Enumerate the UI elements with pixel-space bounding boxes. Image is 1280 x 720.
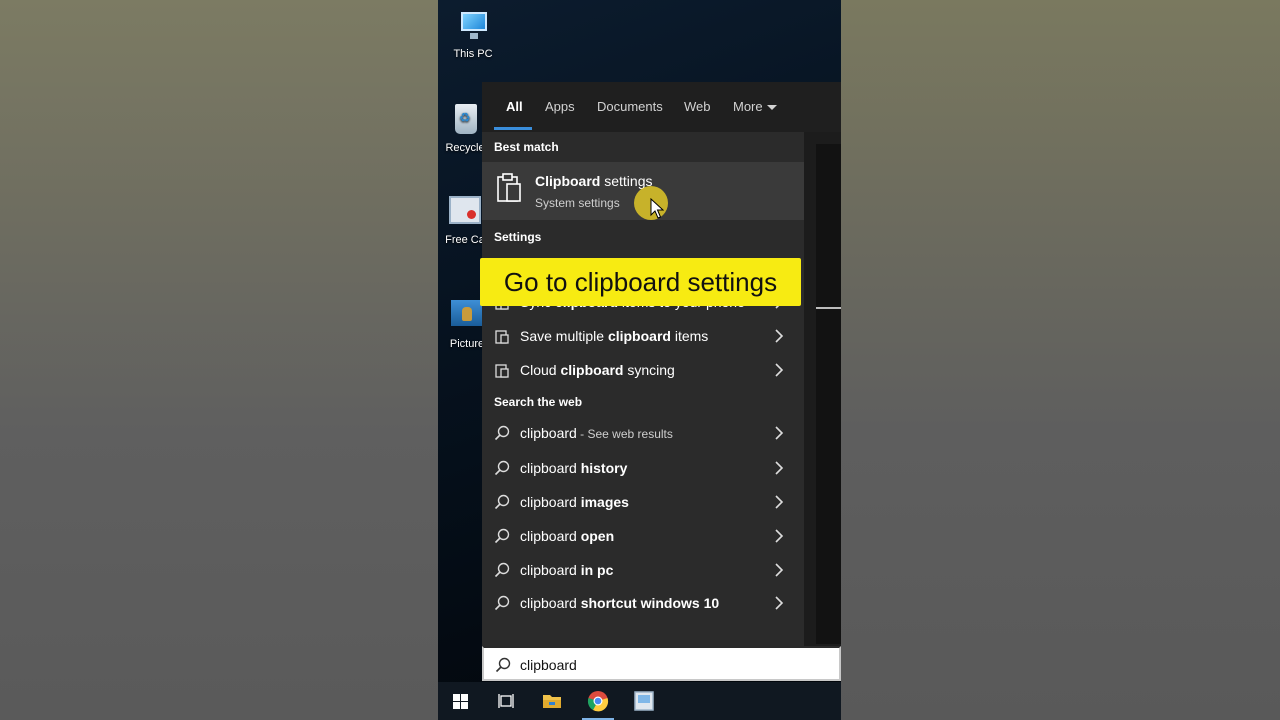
web-result-bold: history [580,460,628,476]
app-icon [634,691,654,711]
chevron-right-icon [775,363,784,377]
web-result-label: clipboard open [520,528,614,544]
web-result-pre: clipboard [520,528,581,544]
right-blurred-background [841,0,1280,720]
web-result-bold: shortcut windows 10 [580,595,720,611]
search-icon [494,494,510,510]
task-view-button[interactable] [484,682,528,720]
preview-divider [816,307,841,309]
mouse-cursor-icon [650,198,664,219]
chevron-right-icon [775,461,784,475]
search-icon [494,460,510,476]
tab-more-label: More [733,99,763,114]
desktop-icon-this-pc[interactable]: This PC [438,10,508,60]
chrome-icon [587,691,609,712]
windows-start-icon [453,694,468,709]
search-icon [494,595,510,611]
clipboard-small-icon [495,330,509,344]
clipboard-icon [497,173,521,202]
settings-item-cloud-sync[interactable]: Cloud clipboard syncing [482,354,804,386]
web-result-images[interactable]: clipboard images [482,486,804,518]
active-tab-indicator [494,127,532,130]
desktop-icon-label: Recycle [445,142,485,154]
left-blurred-background [0,0,438,720]
settings-item-bold: clipboard [607,328,671,344]
camera-app-icon [447,196,483,230]
video-caption-overlay: Go to clipboard settings [480,258,801,306]
desktop-icon-label: Picture [449,338,485,350]
web-result-pre: clipboard [520,425,577,441]
chevron-right-icon [775,329,784,343]
search-web-header: Search the web [494,395,583,409]
search-icon [494,425,510,441]
web-result-sub: - See web results [576,427,673,441]
web-result-label: clipboard images [520,494,629,510]
web-result-bold: in pc [580,562,614,578]
caret-down-icon [766,105,777,111]
best-match-title: Clipboard settings [535,173,652,189]
settings-item-pre: Save multiple [520,328,608,344]
tab-apps[interactable]: Apps [545,99,575,114]
preview-content [816,144,841,644]
start-button[interactable] [438,682,482,720]
web-result-history[interactable]: clipboard history [482,452,804,484]
chevron-right-icon [775,495,784,509]
best-match-subtitle: System settings [535,196,620,210]
settings-item-bold: clipboard [560,362,624,378]
web-result-pre: clipboard [520,562,581,578]
clipboard-small-icon [495,364,509,378]
search-icon [494,528,510,544]
recycle-bin-icon [447,104,483,138]
settings-item-label: Save multiple clipboard items [520,328,708,344]
web-result-label: clipboard history [520,460,627,476]
search-icon [494,562,510,578]
chevron-right-icon [775,596,784,610]
web-result-pre: clipboard [520,460,581,476]
settings-header: Settings [494,230,542,244]
search-input-value: clipboard [520,657,577,673]
web-result-label: clipboard in pc [520,562,613,578]
web-result-shortcut[interactable]: clipboard shortcut windows 10 [482,587,804,619]
start-search-panel: All Apps Documents Web More Best match C… [482,82,841,646]
tab-more[interactable]: More [733,99,777,114]
web-result-label: clipboard shortcut windows 10 [520,595,719,611]
file-explorer-button[interactable] [530,682,574,720]
settings-item-pre: Cloud [520,362,561,378]
tab-web[interactable]: Web [684,99,711,114]
best-match-header: Best match [494,140,559,154]
settings-item-post: items [670,328,709,344]
search-input[interactable]: clipboard [482,646,841,681]
web-result-label: clipboard - See web results [520,425,673,441]
computer-icon [455,10,491,44]
settings-item-save-multiple[interactable]: Save multiple clipboard items [482,320,804,352]
web-result-pre: clipboard [520,595,581,611]
task-view-icon [498,694,514,708]
app-button[interactable] [622,682,666,720]
chevron-right-icon [775,529,784,543]
settings-item-post: syncing [623,362,675,378]
result-preview-pane [804,132,841,646]
file-explorer-icon [543,695,561,708]
best-match-title-bold: Clipboard [535,173,601,189]
taskbar [438,682,841,720]
web-result-pre: clipboard [520,494,581,510]
chrome-button[interactable] [576,682,620,720]
web-result-in-pc[interactable]: clipboard in pc [482,554,804,586]
desktop-icon-label: Free Ca [445,234,485,246]
chevron-right-icon [775,426,784,440]
settings-item-label: Cloud clipboard syncing [520,362,675,378]
desktop-icon-label: This PC [453,48,493,60]
search-tabs: All Apps Documents Web More [482,82,841,132]
web-result-bold: images [580,494,629,510]
search-icon [495,657,511,673]
tab-documents[interactable]: Documents [597,99,663,114]
web-result-open[interactable]: clipboard open [482,520,804,552]
chevron-right-icon [775,563,784,577]
web-result-clipboard[interactable]: clipboard - See web results [482,417,804,449]
tab-all[interactable]: All [506,99,523,114]
web-result-bold: open [580,528,615,544]
